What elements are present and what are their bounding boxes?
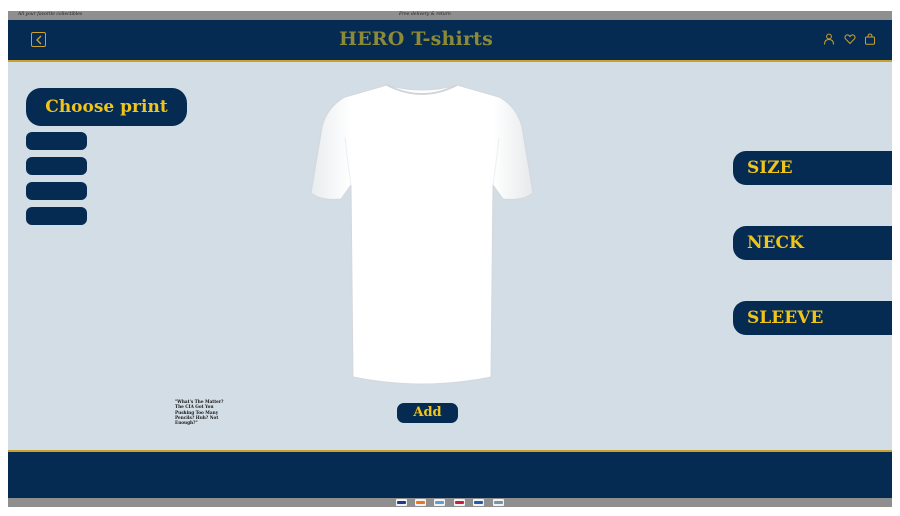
- choose-print-heading: Choose print: [26, 88, 187, 126]
- paypal-icon: [473, 499, 484, 506]
- maestro-icon: [454, 499, 465, 506]
- heart-icon[interactable]: [844, 33, 856, 45]
- user-icon[interactable]: [823, 33, 835, 45]
- print-option[interactable]: [26, 157, 87, 175]
- page-frame: All your favorite collectibles Free deli…: [8, 11, 892, 507]
- promo-text-center: Free delivery & return: [399, 12, 451, 17]
- print-option[interactable]: [26, 132, 87, 150]
- print-quote: "What's The Matter? The CIA Got You Push…: [175, 399, 224, 426]
- brand-title[interactable]: HERO T-shirts: [8, 28, 824, 50]
- payment-methods-bar: [8, 498, 892, 507]
- shopping-bag-icon[interactable]: [864, 33, 876, 45]
- amex-icon: [434, 499, 445, 506]
- site-footer: [8, 450, 892, 498]
- print-option[interactable]: [26, 182, 87, 200]
- neck-button[interactable]: NECK: [733, 226, 892, 260]
- mastercard-icon: [415, 499, 426, 506]
- visa-icon: [396, 499, 407, 506]
- promo-bar: All your favorite collectibles Free deli…: [8, 11, 892, 20]
- tshirt-image: [310, 84, 534, 385]
- print-option[interactable]: [26, 207, 87, 225]
- site-header: HERO T-shirts: [8, 20, 892, 62]
- size-button[interactable]: SIZE: [733, 151, 892, 185]
- sleeve-button[interactable]: SLEEVE: [733, 301, 892, 335]
- add-button[interactable]: Add: [397, 403, 458, 423]
- card-icon: [493, 499, 504, 506]
- promo-text-left: All your favorite collectibles: [18, 12, 83, 17]
